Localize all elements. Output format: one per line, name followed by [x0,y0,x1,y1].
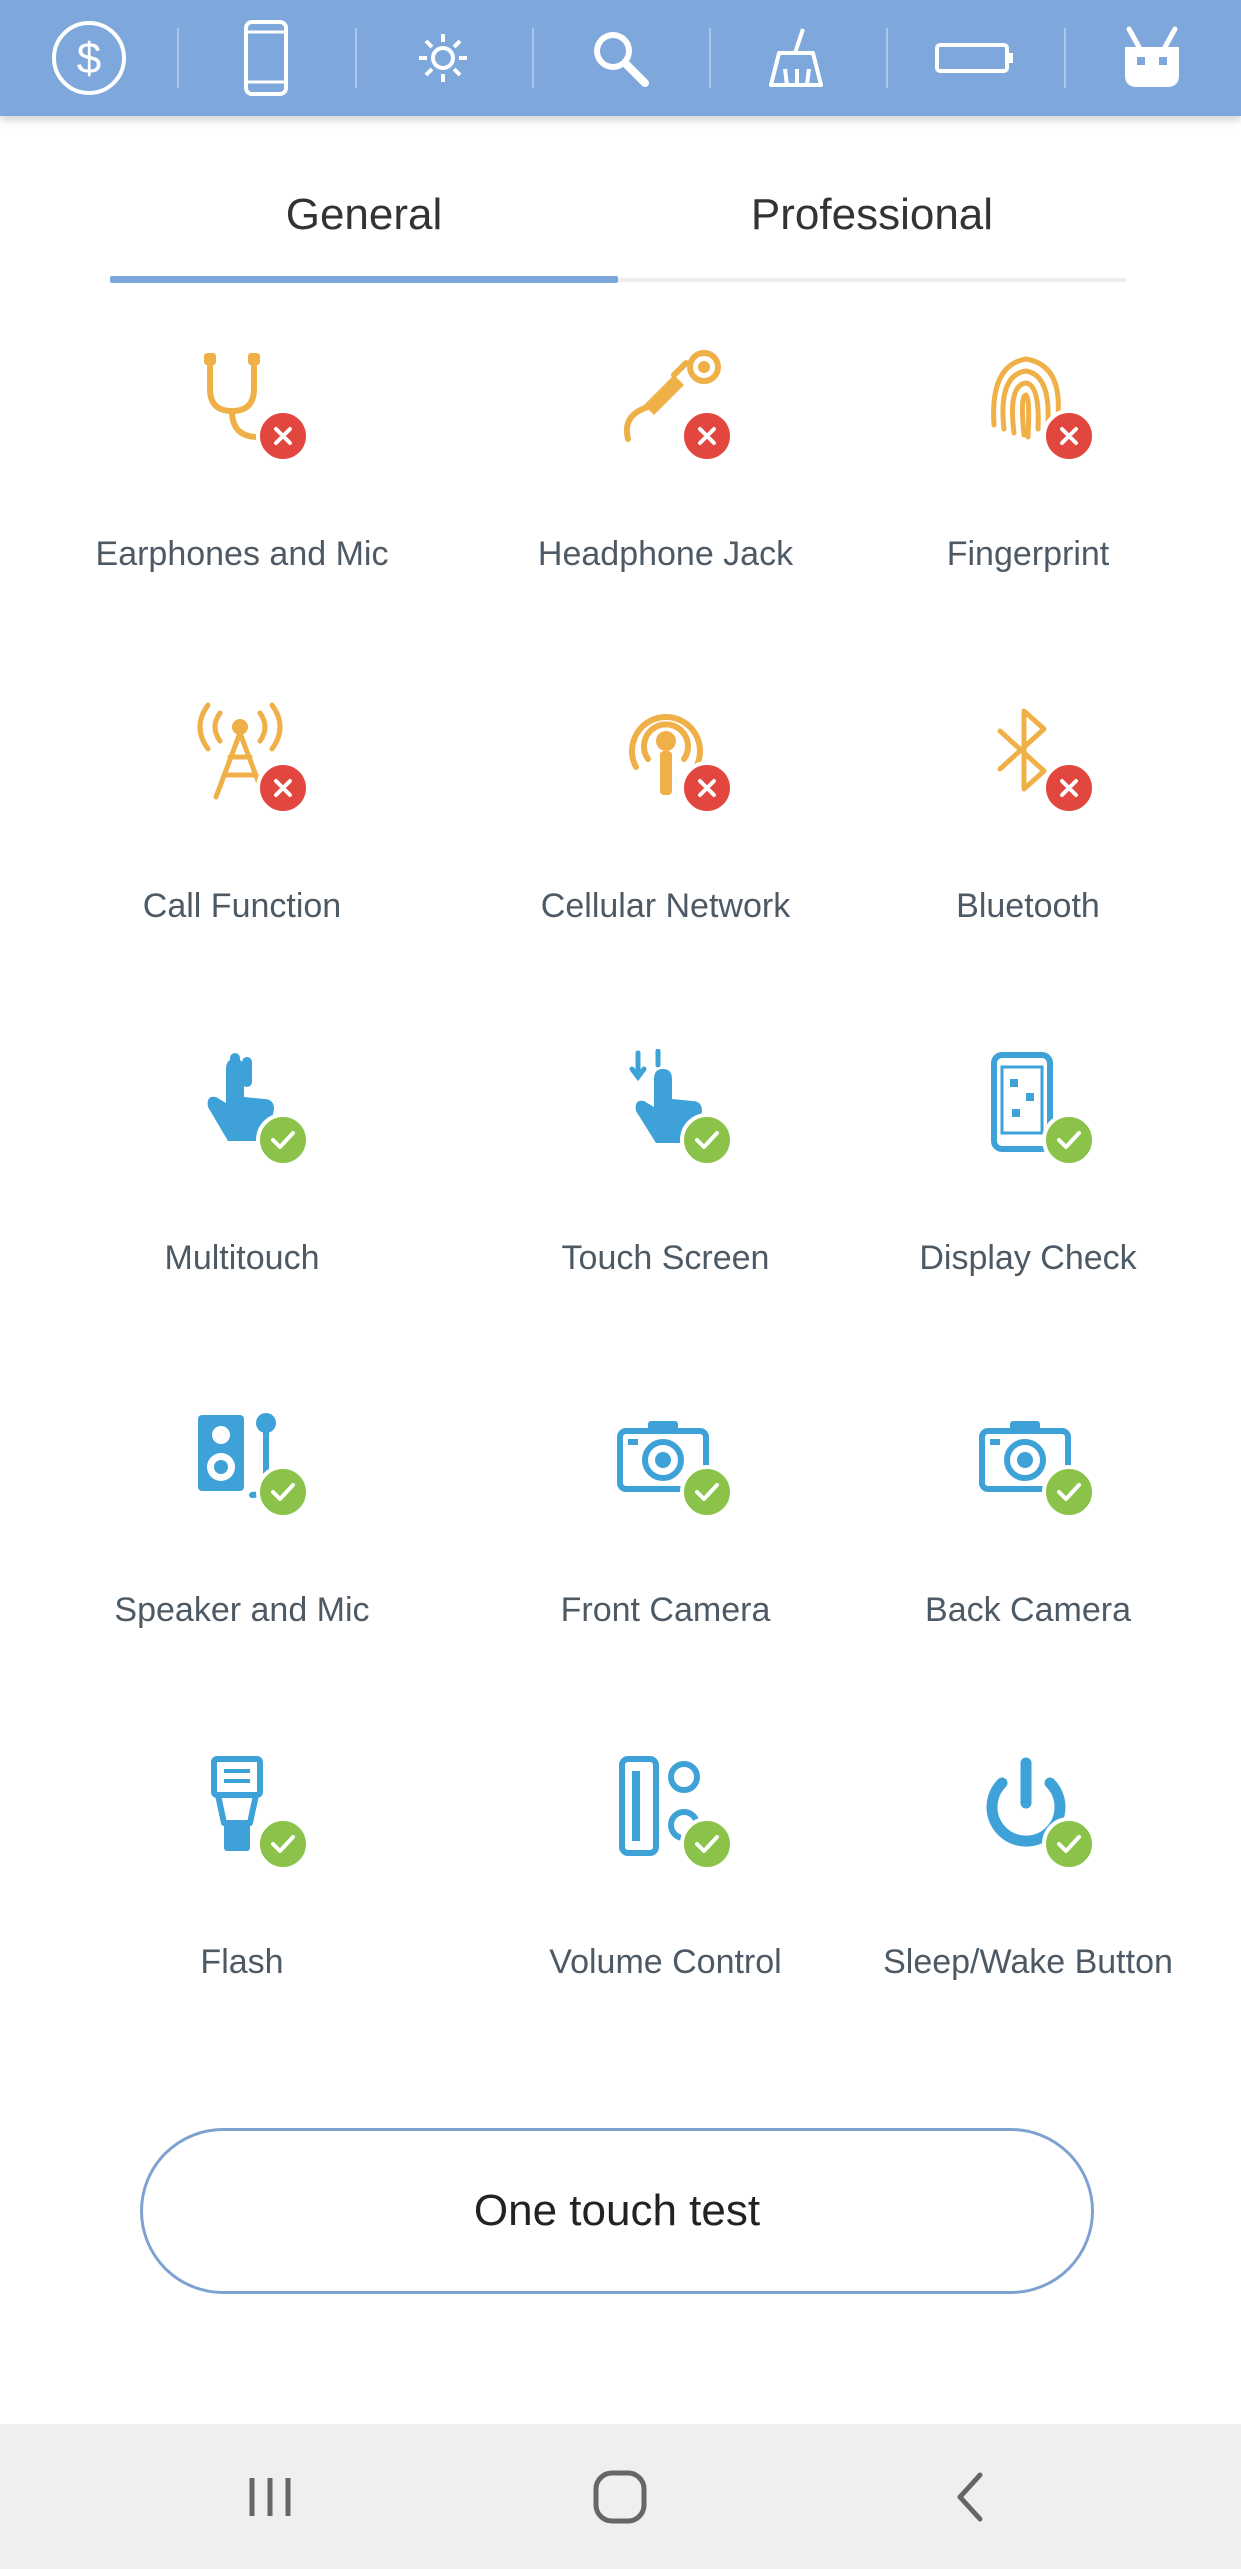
fail-badge [1042,761,1096,815]
recents-button[interactable] [190,2424,350,2569]
test-item-earphones-mic[interactable]: Earphones and Mic [0,285,484,637]
test-item-fingerprint[interactable]: Fingerprint [847,285,1209,637]
gear-icon [419,34,468,82]
test-grid: Earphones and Mic Headphone Jack Fingerp… [0,285,1241,2045]
fail-badge [1042,409,1096,463]
toolbar-battery[interactable] [886,0,1063,116]
test-item-sleep-wake[interactable]: Sleep/Wake Button [847,1693,1209,2045]
tab-active-indicator [110,276,618,283]
battery-icon [935,43,1014,73]
check-icon [1057,1131,1081,1149]
test-label: Cellular Network [540,887,791,925]
test-item-speaker-mic[interactable]: Speaker and Mic [0,1341,484,1693]
pass-badge [1042,1465,1096,1519]
close-icon [697,427,716,445]
broom-icon [768,28,823,87]
test-item-multitouch[interactable]: Multitouch [0,989,484,1341]
test-item-front-camera[interactable]: Front Camera [484,1341,847,1693]
test-label: Flash [200,1943,284,1981]
tab-general[interactable]: General [110,150,618,280]
test-item-call-function[interactable]: Call Function [0,637,484,989]
fail-badge [679,409,734,463]
toolbar-dollar[interactable]: $ [0,0,177,116]
test-label: Call Function [142,887,342,925]
tab-bar: General Professional [110,150,1126,285]
check-icon [694,1835,719,1853]
close-icon [1060,779,1078,797]
test-label: Bluetooth [956,887,1100,925]
test-label: Headphone Jack [537,535,794,573]
pass-badge [256,1817,310,1871]
test-label: Sleep/Wake Button [883,1943,1173,1981]
toolbar-search[interactable] [531,0,709,116]
fail-badge [679,761,734,815]
close-icon [1060,427,1078,445]
fail-badge [256,761,310,815]
pass-badge [679,1465,734,1519]
check-icon [271,1131,295,1149]
fail-badge [256,409,310,463]
test-item-cellular-network[interactable]: Cellular Network [484,637,847,989]
test-label: Back Camera [925,1591,1131,1629]
pass-badge [1042,1113,1096,1167]
toolbar-settings[interactable] [354,0,532,116]
toolbar-phone[interactable] [177,0,354,116]
toolbar-clean[interactable] [709,0,886,116]
check-icon [694,1483,719,1501]
close-icon [274,779,292,797]
top-toolbar: $ [0,0,1241,116]
test-label: Front Camera [560,1591,771,1629]
toolbar-robot[interactable] [1063,0,1241,116]
home-button[interactable] [540,2424,700,2569]
check-icon [694,1131,719,1149]
svg-text:$: $ [76,34,100,83]
test-label: Display Check [919,1239,1137,1277]
one-touch-test-button[interactable]: One touch test [140,2128,1094,2294]
search-icon [594,32,650,87]
recents-icon [249,2477,291,2516]
close-icon [697,779,716,797]
test-label: Touch Screen [561,1239,770,1277]
test-item-headphone-jack[interactable]: Headphone Jack [484,285,847,637]
test-label: Earphones and Mic [95,535,389,573]
test-label: Fingerprint [946,535,1110,573]
system-nav-bar [0,2424,1241,2569]
pass-badge [679,1113,734,1167]
tab-professional[interactable]: Professional [618,150,1126,280]
pass-badge [1042,1817,1096,1871]
dollar-icon: $ [51,21,126,95]
pass-badge [679,1817,734,1871]
check-icon [1057,1483,1081,1501]
check-icon [271,1835,295,1853]
test-item-touch-screen[interactable]: Touch Screen [484,989,847,1341]
pass-badge [256,1465,310,1519]
back-icon [957,2472,983,2521]
test-item-display-check[interactable]: Display Check [847,989,1209,1341]
back-button[interactable] [890,2424,1050,2569]
test-item-flash[interactable]: Flash [0,1693,484,2045]
test-label: Volume Control [549,1943,782,1981]
robot-icon [1125,26,1180,87]
check-icon [1057,1835,1081,1853]
test-item-back-camera[interactable]: Back Camera [847,1341,1209,1693]
phone-icon [243,20,288,96]
pass-badge [256,1113,310,1167]
test-label: Multitouch [164,1239,320,1277]
check-icon [271,1483,295,1501]
test-item-bluetooth[interactable]: Bluetooth [847,637,1209,989]
test-label: Speaker and Mic [114,1591,370,1629]
close-icon [274,427,292,445]
test-item-volume-control[interactable]: Volume Control [484,1693,847,2045]
home-icon [593,2470,647,2523]
